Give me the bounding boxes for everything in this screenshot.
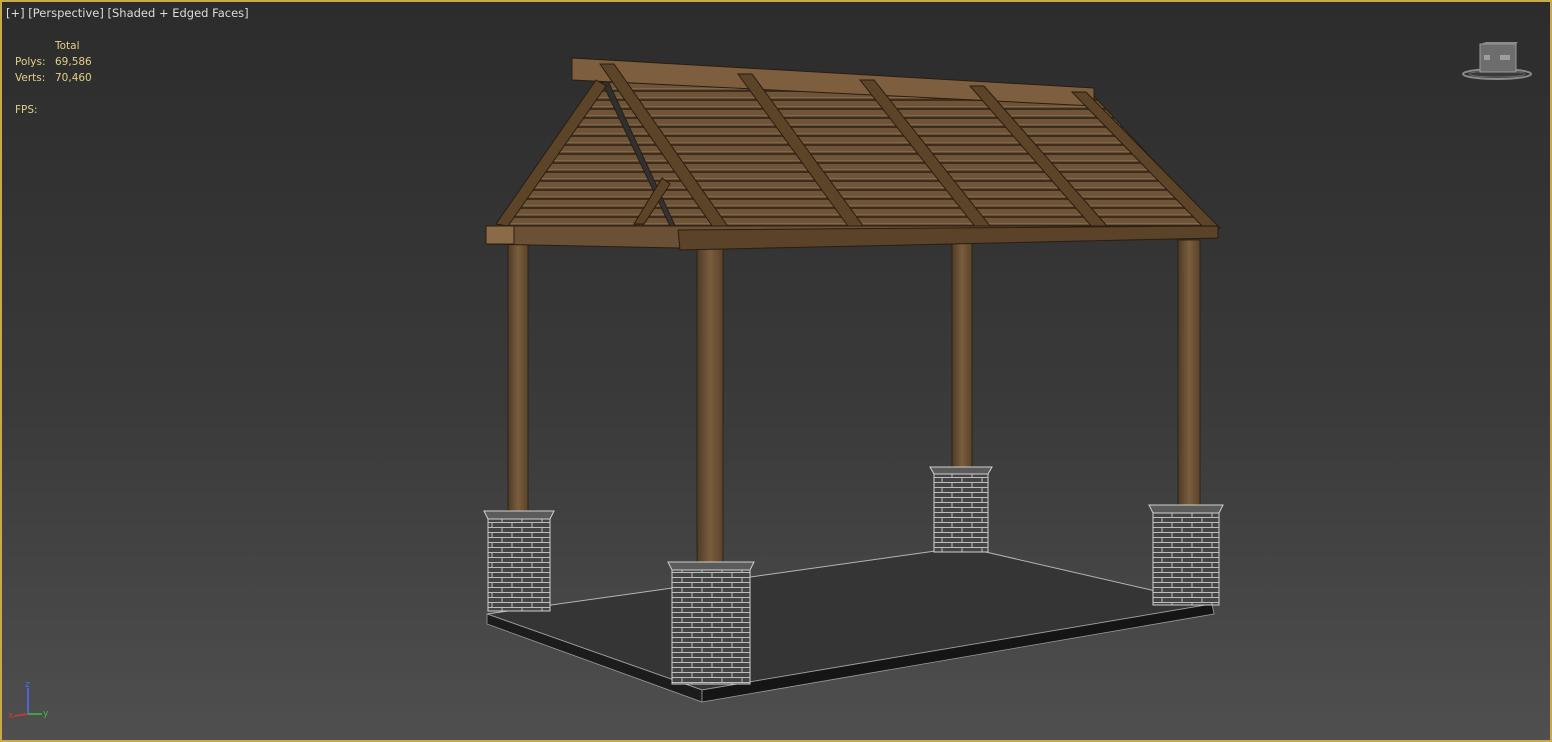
floor-slab bbox=[486, 546, 1215, 703]
post-right bbox=[1148, 239, 1224, 606]
polys-label: Polys: bbox=[15, 56, 46, 68]
gazebo-model[interactable] bbox=[2, 2, 1550, 740]
viewcube-icon[interactable] bbox=[1460, 42, 1534, 84]
axis-x-label: x bbox=[8, 711, 14, 721]
roof bbox=[485, 57, 1221, 251]
verts-value: 70,460 bbox=[55, 72, 92, 84]
axis-tripod-icon: z y x bbox=[8, 680, 49, 721]
axis-z-label: z bbox=[25, 680, 30, 690]
post-front bbox=[667, 241, 755, 685]
view-mode-button[interactable]: [Perspective] bbox=[28, 6, 104, 20]
back-post-right bbox=[929, 241, 993, 553]
perspective-viewport[interactable]: [+] [Perspective] [Shaded + Edged Faces]… bbox=[0, 0, 1552, 742]
axis-y-label: y bbox=[43, 709, 49, 719]
stats-header: Total bbox=[55, 40, 80, 52]
fps-label: FPS: bbox=[15, 104, 38, 116]
shading-mode-button[interactable]: [Shaded + Edged Faces] bbox=[108, 6, 249, 20]
post-left bbox=[483, 239, 555, 612]
verts-label: Verts: bbox=[15, 72, 46, 84]
statistics-panel: Total Polys: 69,586 Verts: 70,460 FPS: bbox=[15, 38, 92, 118]
viewport-label[interactable]: [+] [Perspective] [Shaded + Edged Faces] bbox=[6, 6, 249, 20]
polys-value: 69,586 bbox=[55, 56, 92, 68]
viewport-menu-button[interactable]: [+] bbox=[6, 6, 25, 20]
